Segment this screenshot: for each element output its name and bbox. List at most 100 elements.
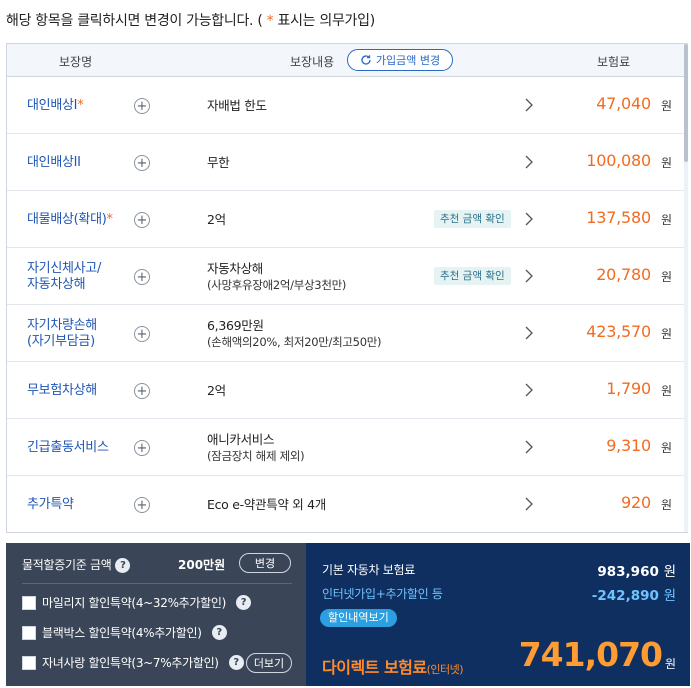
plus-circle-icon[interactable]: + [134,497,150,513]
property-change-button[interactable]: 변경 [239,553,291,573]
won-unit: 원 [664,657,676,671]
won-unit: 원 [660,327,672,341]
table-row[interactable]: 추가특약 + Eco e-약관특약 외 4개 920 원 [7,476,687,533]
coverage-name-text: 추가특약 [27,496,74,512]
child-checkbox[interactable] [22,655,36,670]
refresh-icon [361,55,371,65]
direct-premium-text: 다이렉트 보험료 [322,658,427,677]
table-row[interactable]: 자기차량손해 (자기부담금) +6,369만원 (손해액의20%, 최저20만/최고… [7,305,687,362]
table-row[interactable]: 대인배상I * + 자배법 한도 47,040 원 [7,77,687,134]
coverage-name-text: 대인배상II [27,154,81,170]
premium-amount: 423,570 [586,322,651,341]
coverage-name[interactable]: 대인배상II [27,134,81,191]
header-premium: 보험료 [597,55,631,69]
plus-circle-icon[interactable]: + [134,269,150,285]
coverage-main: 애니카서비스 [207,431,275,447]
blackbox-discount-option[interactable]: 블랙박스 할인특약(4%추가할인) ? [22,624,227,641]
direct-premium-label: 다이렉트 보험료(인터넷) [322,654,464,678]
help-icon[interactable]: ? [228,655,244,670]
coverage-main: 자배법 한도 [207,97,267,113]
coverage-name[interactable]: 자기신체사고/ 자동차상해 [27,248,101,305]
plus-circle-icon[interactable]: + [134,326,150,342]
child-label: 자녀사랑 할인특약(3~7%추가할인) [42,656,219,670]
won-unit: 원 [660,498,672,512]
table-row[interactable]: 자기신체사고/ 자동차상해 + 자동차상해 (사망후유장애2억/부상3천만) 추천 금액… [7,248,687,305]
base-premium-value: 983,960 원 [597,560,676,580]
coverage-sub: (사망후유장애2억/부상3천만) [207,277,347,292]
premium-amount: 47,040 [596,94,651,113]
chevron-right-icon[interactable] [522,325,536,341]
plus-circle-icon[interactable]: + [134,212,150,228]
coverage-detail[interactable]: 애니카서비스 (잠금장치 해제 제외) [207,419,305,476]
plus-circle-icon[interactable]: + [134,440,150,456]
mileage-discount-option[interactable]: 마일리지 할인특약(4~32%추가할인) ? [22,594,252,611]
plus-circle-icon[interactable]: + [134,98,150,114]
premium-amount: 1,790 [606,379,651,398]
coverage-detail[interactable]: 무한 [207,134,230,191]
help-icon[interactable]: ? [211,625,227,640]
help-icon[interactable]: ? [115,558,131,573]
chevron-right-icon[interactable] [522,496,536,512]
coverage-detail[interactable]: 6,369만원 (손해액의20%, 최저20만/최고50만) [207,305,381,362]
coverage-detail[interactable]: 자동차상해 (사망후유장애2억/부상3천만) [207,248,346,305]
help-icon[interactable]: ? [236,595,252,610]
chevron-right-icon[interactable] [522,382,536,398]
coverage-name-text: 무보험차상해 [27,382,97,398]
coverage-name[interactable]: 자기차량손해 (자기부담금) [27,305,97,362]
coverage-main: 2억 [207,382,226,398]
won-unit: 원 [660,99,672,113]
scrollbar-thumb[interactable] [684,44,688,162]
recommend-amount-badge[interactable]: 추천 금액 확인 [434,267,511,285]
premium-amount: 20,780 [596,265,651,284]
change-amount-label: 가입금액 변경 [375,54,441,67]
coverage-name[interactable]: 추가특약 [27,476,74,533]
coverage-detail[interactable]: 2억 [207,362,226,419]
child-discount-option[interactable]: 자녀사랑 할인특약(3~7%추가할인) ? [22,654,244,671]
coverage-detail[interactable]: 자배법 한도 [207,77,267,134]
direct-premium-note: (인터넷) [426,663,464,676]
change-amount-button[interactable]: 가입금액 변경 [347,49,453,71]
notice-prefix: 해당 항목을 클릭하시면 변경이 가능합니다. ( [6,13,267,29]
won-unit: 원 [660,213,672,227]
property-threshold-label: 물적할증기준 금액? [22,556,131,573]
chevron-right-icon[interactable] [522,154,536,170]
recommend-amount-badge[interactable]: 추천 금액 확인 [434,210,511,228]
discount-detail-button[interactable]: 할인내역보기 [320,609,397,627]
table-row[interactable]: 대물배상(확대) * +2억 추천 금액 확인 137,580 원 [7,191,687,248]
coverage-detail[interactable]: 2억 [207,191,226,248]
coverage-name[interactable]: 대물배상(확대) * [27,191,113,248]
more-button[interactable]: 더보기 [246,653,292,673]
won-unit: 원 [660,156,672,170]
discount-label: 인터넷가입+추가할인 등 [322,587,443,601]
coverage-main: 6,369만원 [207,317,264,333]
notice-suffix: 표시는 의무가입) [273,13,376,29]
coverage-name[interactable]: 긴급출동서비스 [27,419,109,476]
coverage-name[interactable]: 무보험차상해 [27,362,97,419]
table-header: 보장명 보장내용 가입금액 변경 보험료 [7,44,687,77]
chevron-right-icon[interactable] [522,268,536,284]
coverage-main: 2억 [207,211,226,227]
premium-amount: 137,580 [586,208,651,227]
property-threshold-text: 물적할증기준 금액 [22,558,112,572]
plus-circle-icon[interactable]: + [134,383,150,399]
blackbox-checkbox[interactable] [22,625,36,640]
coverage-name[interactable]: 대인배상I * [27,77,84,134]
premium-amount: 9,310 [606,436,651,455]
coverage-name-text: 긴급출동서비스 [27,439,109,455]
chevron-right-icon[interactable] [522,97,536,113]
coverage-detail[interactable]: Eco e-약관특약 외 4개 [207,476,326,533]
table-row[interactable]: 무보험차상해 +2억 1,790 원 [7,362,687,419]
coverage-name-text: 대물배상(확대) [27,211,107,227]
table-row[interactable]: 대인배상II + 무한 100,080 원 [7,134,687,191]
chevron-right-icon[interactable] [522,439,536,455]
chevron-right-icon[interactable] [522,211,536,227]
table-row[interactable]: 긴급출동서비스 + 애니카서비스 (잠금장치 해제 제외) 9,310 원 [7,419,687,476]
mileage-checkbox[interactable] [22,595,36,610]
coverage-main: 무한 [207,154,230,170]
won-unit: 원 [660,384,672,398]
premium-amount: 920 [621,493,651,512]
property-change-label: 변경 [254,557,276,570]
more-label: 더보기 [253,657,285,670]
required-mark: * [77,97,84,113]
plus-circle-icon[interactable]: + [134,155,150,171]
